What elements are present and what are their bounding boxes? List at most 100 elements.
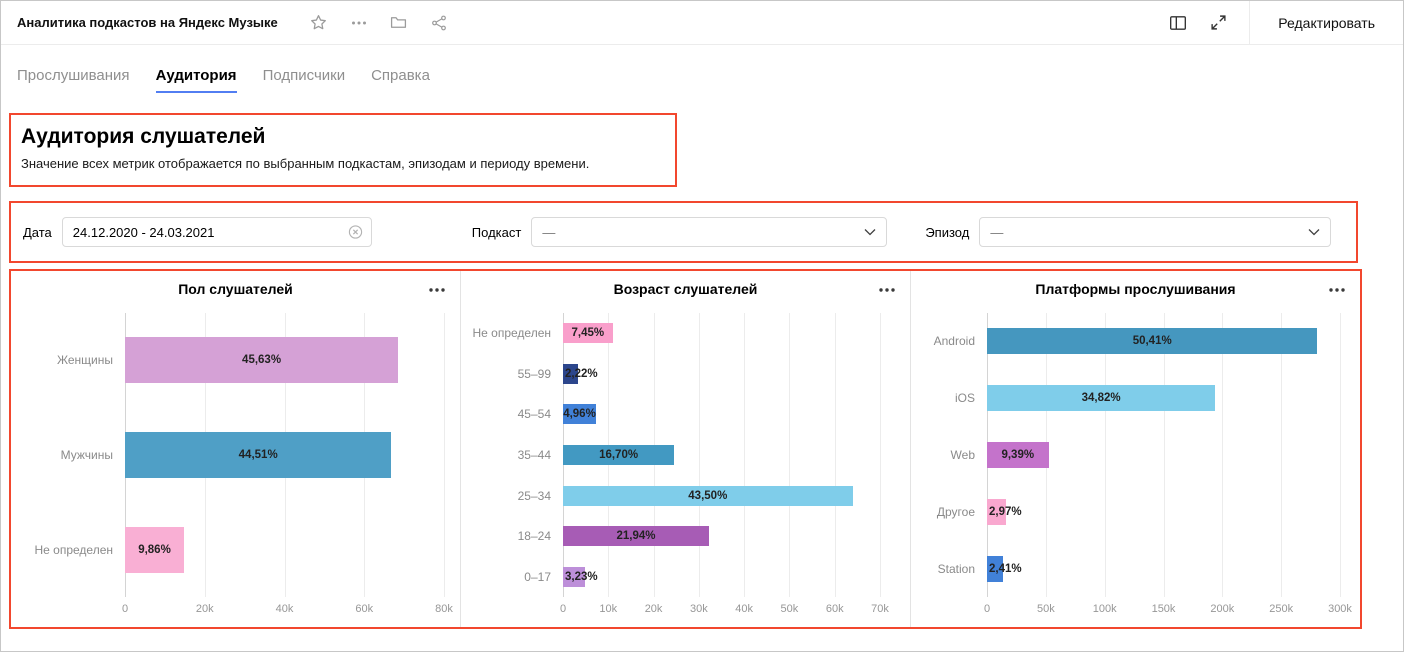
bar-value-label: 34,82% — [1082, 392, 1121, 404]
date-range-input[interactable]: 24.12.2020 - 24.03.2021 — [62, 217, 372, 247]
share-icon[interactable] — [430, 14, 448, 32]
tab-subscribers[interactable]: Подписчики — [263, 67, 346, 93]
y-axis-category-label: iOS — [919, 391, 987, 405]
x-axis-tick-label: 20k — [196, 603, 214, 615]
chart-bar-row: 45–544,96% — [469, 394, 902, 435]
chart-plot: Не определен7,45%55–992,22%45–544,96%35–… — [469, 313, 902, 597]
podcast-filter-label: Подкаст — [472, 225, 522, 240]
fullscreen-icon[interactable] — [1209, 14, 1227, 32]
bar[interactable]: 21,94% — [563, 526, 709, 546]
bar-track: 9,86% — [125, 502, 444, 597]
edit-area: Редактировать — [1249, 1, 1403, 44]
bar[interactable]: 45,63% — [125, 337, 398, 383]
x-axis-tick-label: 250k — [1269, 603, 1293, 615]
bar-track: 21,94% — [563, 516, 880, 557]
x-axis-tick-label: 20k — [645, 603, 663, 615]
page-subtitle: Значение всех метрик отображается по выб… — [21, 156, 663, 171]
x-axis-tick-label: 200k — [1210, 603, 1234, 615]
chart-bar-row: Другое2,97% — [919, 483, 1352, 540]
x-axis-tick-label: 40k — [276, 603, 294, 615]
bar-track: 9,39% — [987, 427, 1340, 484]
x-axis-tick-label: 0 — [984, 603, 990, 615]
y-axis-category-label: 25–34 — [469, 489, 563, 503]
y-axis-category-label: 45–54 — [469, 407, 563, 421]
bar[interactable]: 44,51% — [125, 432, 391, 478]
bar-track: 44,51% — [125, 408, 444, 503]
chart-bar-row: Web9,39% — [919, 427, 1352, 484]
date-filter-label: Дата — [23, 225, 52, 240]
bar-value-label: 2,22% — [565, 368, 598, 380]
bar[interactable]: 16,70% — [563, 445, 674, 465]
chart-plot: Женщины45,63%Мужчины44,51%Не определен9,… — [19, 313, 452, 597]
chart-header: Платформы прослушивания — [919, 281, 1352, 303]
bar-track: 45,63% — [125, 313, 444, 408]
bar-track: 16,70% — [563, 435, 880, 476]
y-axis-category-label: Не определен — [469, 326, 563, 340]
bar[interactable]: 3,23% — [563, 567, 585, 587]
x-axis-tick-label: 50k — [781, 603, 799, 615]
charts-section: Пол слушателей Женщины45,63%Мужчины44,51… — [9, 269, 1362, 629]
chart-bar-row: 25–34 43,50% — [469, 475, 902, 516]
episode-select[interactable]: — — [979, 217, 1331, 247]
chart-title: Платформы прослушивания — [1035, 281, 1235, 297]
page-heading-section: Аудитория слушателей Значение всех метри… — [9, 113, 677, 187]
chart-bar-row: 18–2421,94% — [469, 516, 902, 557]
chart-bar-row: 55–992,22% — [469, 354, 902, 395]
star-icon[interactable] — [310, 14, 328, 32]
chart-menu-icon[interactable] — [428, 283, 446, 297]
clear-icon[interactable] — [348, 225, 363, 240]
top-bar: Аналитика подкастов на Яндекс Музыке — [1, 1, 1403, 45]
filters-section: Дата 24.12.2020 - 24.03.2021 Подкаст — Э… — [9, 201, 1358, 263]
podcast-select[interactable]: — — [531, 217, 887, 247]
more-menu-icon[interactable] — [350, 14, 368, 32]
chart-bar-row: Station2,41% — [919, 540, 1352, 597]
bar-value-label: 44,51% — [239, 449, 278, 461]
bar-value-label: 16,70% — [599, 449, 638, 461]
y-axis-category-label: Другое — [919, 505, 987, 519]
bar[interactable]: 2,22% — [563, 364, 578, 384]
tab-help[interactable]: Справка — [371, 67, 430, 93]
chart-bar-row: iOS 34,82% — [919, 370, 1352, 427]
bar[interactable]: 9,86% — [125, 527, 184, 573]
bar[interactable]: 43,50% — [563, 486, 853, 506]
x-axis-tick-label: 30k — [690, 603, 708, 615]
x-axis-tick-label: 100k — [1093, 603, 1117, 615]
bar-value-label: 7,45% — [571, 327, 604, 339]
episode-filter-label: Эпизод — [925, 225, 969, 240]
document-title: Аналитика подкастов на Яндекс Музыке — [17, 15, 278, 30]
bar-value-label: 21,94% — [617, 530, 656, 542]
bar[interactable]: 7,45% — [563, 323, 613, 343]
tab-listens[interactable]: Прослушивания — [17, 67, 130, 93]
x-axis-tick-label: 40k — [735, 603, 753, 615]
bar[interactable]: 9,39% — [987, 442, 1049, 468]
edit-button[interactable]: Редактировать — [1278, 15, 1375, 31]
chevron-down-icon — [1308, 228, 1320, 236]
bar[interactable]: 4,96% — [563, 404, 596, 424]
chart-bar-row: Android50,41% — [919, 313, 1352, 370]
age-chart: Возраст слушателей Не определен 7,45% 55–9… — [460, 271, 910, 627]
bar[interactable]: 34,82% — [987, 385, 1215, 411]
x-axis-tick-label: 80k — [435, 603, 453, 615]
bar-value-label: 43,50% — [688, 490, 727, 502]
chart-header: Пол слушателей — [19, 281, 452, 303]
chart-menu-icon[interactable] — [878, 283, 896, 297]
bar[interactable]: 50,41% — [987, 328, 1317, 354]
bar-track: 2,41% — [987, 540, 1340, 597]
y-axis-category-label: Мужчины — [19, 448, 125, 462]
bar[interactable]: 2,97% — [987, 499, 1006, 525]
bar-value-label: 45,63% — [242, 354, 281, 366]
folder-icon[interactable] — [390, 14, 408, 32]
chart-bar-row: 0–173,23% — [469, 556, 902, 597]
x-axis-tick-label: 150k — [1152, 603, 1176, 615]
episode-select-value: — — [990, 225, 1320, 240]
bar[interactable]: 2,41% — [987, 556, 1003, 582]
bar-value-label: 50,41% — [1133, 335, 1172, 347]
chart-bar-row: Не определен 7,45% — [469, 313, 902, 354]
dashboard: Аналитика подкастов на Яндекс Музыке — [0, 0, 1404, 652]
chart-header: Возраст слушателей — [469, 281, 902, 303]
chart-menu-icon[interactable] — [1328, 283, 1346, 297]
x-axis-tick-label: 300k — [1328, 603, 1352, 615]
split-view-icon[interactable] — [1169, 14, 1187, 32]
bar-value-label: 3,23% — [565, 571, 598, 583]
tab-audience[interactable]: Аудитория — [156, 67, 237, 93]
